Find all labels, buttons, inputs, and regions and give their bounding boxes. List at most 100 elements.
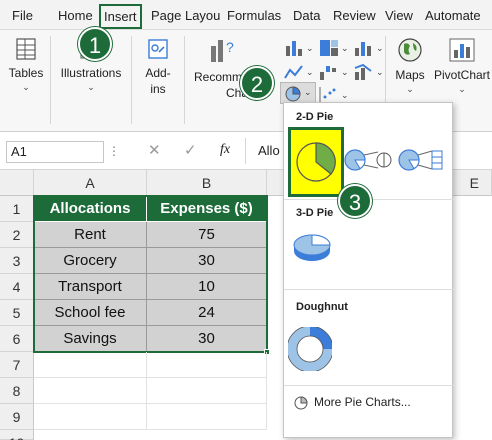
pivotchart-icon — [449, 38, 475, 62]
row-header[interactable]: 4 — [0, 274, 34, 300]
pivotchart-label: PivotChart — [433, 68, 491, 82]
select-all-corner[interactable] — [0, 170, 34, 196]
table-cell[interactable]: Transport — [34, 274, 147, 300]
tab-file[interactable]: File — [12, 8, 33, 23]
insert-function-icon[interactable]: fx — [220, 142, 230, 158]
section-title-doughnut: Doughnut — [296, 301, 348, 313]
combo-chart-icon[interactable] — [353, 62, 375, 82]
add-ins-button[interactable]: Add- ins — [138, 36, 178, 97]
step-3-badge: 3 — [338, 184, 372, 218]
pie-of-pie-icon[interactable] — [344, 147, 392, 173]
pie-2d-option[interactable] — [288, 127, 344, 197]
table-cell[interactable]: Rent — [34, 222, 147, 248]
chevron-down-icon[interactable]: ⌄ — [306, 66, 314, 78]
chevron-down-icon: ⌄ — [22, 82, 30, 92]
table-header-cell[interactable]: Allocations — [34, 196, 147, 222]
more-options-icon: ⋮ — [108, 144, 120, 158]
empty-cell[interactable] — [34, 404, 147, 430]
name-box[interactable]: A1 — [6, 141, 104, 163]
table-cell[interactable]: 30 — [147, 248, 267, 274]
divider — [50, 36, 51, 124]
add-ins-icon — [148, 39, 168, 59]
row-header[interactable]: 6 — [0, 326, 34, 352]
tables-button[interactable]: Tables ⌄ — [6, 36, 46, 93]
chevron-down-icon[interactable]: ⌄ — [376, 42, 384, 54]
row-header[interactable]: 8 — [0, 378, 34, 404]
empty-cell[interactable] — [34, 352, 147, 378]
row-header[interactable]: 1 — [0, 196, 34, 222]
divider — [131, 36, 132, 124]
doughnut-chart-icon[interactable] — [288, 327, 332, 371]
row-header[interactable]: 10 — [0, 430, 34, 440]
chevron-down-icon[interactable]: ⌄ — [341, 66, 349, 78]
more-pie-charts-link[interactable]: More Pie Charts... — [294, 395, 411, 410]
table-icon — [16, 38, 36, 60]
bar-of-pie-icon[interactable] — [398, 147, 446, 173]
tab-view[interactable]: View — [385, 8, 413, 23]
row-header[interactable]: 2 — [0, 222, 34, 248]
pie-chart-icon — [296, 142, 336, 182]
chevron-down-icon[interactable]: ⌄ — [341, 42, 349, 54]
table-header-cell[interactable]: Expenses ($) — [147, 196, 267, 222]
pie-chart-icon — [294, 396, 308, 410]
empty-cell[interactable] — [147, 404, 267, 430]
line-chart-icon[interactable] — [283, 62, 305, 82]
row-header[interactable]: 3 — [0, 248, 34, 274]
section-title-2d-pie: 2-D Pie — [296, 111, 334, 123]
add-ins-label-2: ins — [150, 82, 166, 96]
pie-chart-icon — [285, 86, 301, 102]
tab-formulas[interactable]: Formulas — [227, 8, 281, 23]
illustrations-label: Illustrations — [60, 66, 122, 80]
enter-icon[interactable]: ✓ — [184, 141, 197, 159]
waterfall-chart-icon[interactable] — [318, 62, 340, 82]
chevron-down-icon: ⌄ — [406, 84, 414, 94]
divider — [284, 289, 454, 290]
maps-button[interactable]: Maps ⌄ — [392, 36, 428, 95]
chevron-down-icon[interactable]: ⌄ — [306, 42, 314, 54]
table-cell[interactable]: Savings — [34, 326, 147, 352]
tab-home[interactable]: Home — [58, 8, 93, 23]
tab-review[interactable]: Review — [333, 8, 376, 23]
empty-cell[interactable] — [147, 352, 267, 378]
globe-icon — [398, 38, 422, 62]
table-cell[interactable]: School fee — [34, 300, 147, 326]
table-cell[interactable]: 30 — [147, 326, 267, 352]
table-cell[interactable]: Grocery — [34, 248, 147, 274]
tab-page-layout[interactable]: Page Layou — [151, 8, 220, 23]
empty-cell[interactable] — [34, 378, 147, 404]
add-ins-label-1: Add- — [145, 66, 171, 80]
chevron-down-icon: ⌄ — [304, 87, 312, 97]
chevron-down-icon[interactable]: ⌄ — [341, 89, 349, 101]
chevron-down-icon[interactable]: ⌄ — [376, 66, 384, 78]
recommended-charts-icon: ? — [211, 39, 234, 62]
row-header[interactable]: 9 — [0, 404, 34, 430]
pie-3d-icon[interactable] — [290, 227, 334, 271]
hierarchy-chart-icon[interactable] — [318, 38, 340, 58]
formula-input[interactable]: Allo — [258, 143, 280, 158]
column-header-b[interactable]: B — [147, 170, 267, 196]
step-2-badge: 2 — [240, 66, 274, 100]
divider — [184, 36, 185, 124]
tab-automate[interactable]: Automate — [425, 8, 481, 23]
maps-label: Maps — [395, 68, 425, 82]
step-1-badge: 1 — [78, 27, 112, 61]
pie-chart-dropdown: 2-D Pie 3-D Pie Doughnut More Pie Charts… — [283, 102, 454, 438]
statistic-chart-icon[interactable] — [353, 38, 375, 58]
column-chart-icon[interactable] — [283, 38, 305, 58]
table-cell[interactable]: 10 — [147, 274, 267, 300]
empty-cell[interactable] — [147, 378, 267, 404]
table-cell[interactable]: 75 — [147, 222, 267, 248]
pie-chart-button[interactable]: ⌄ — [280, 82, 316, 104]
tab-insert[interactable]: Insert — [99, 4, 142, 29]
row-header[interactable]: 7 — [0, 352, 34, 378]
tables-label: Tables — [8, 66, 44, 80]
cancel-icon[interactable]: ✕ — [148, 141, 161, 159]
table-cell[interactable]: 24 — [147, 300, 267, 326]
row-header[interactable]: 5 — [0, 300, 34, 326]
column-header-a[interactable]: A — [34, 170, 147, 196]
tab-data[interactable]: Data — [293, 8, 320, 23]
pivotchart-button[interactable]: PivotChart ⌄ — [432, 36, 492, 95]
chevron-down-icon: ⌄ — [87, 82, 95, 92]
ribbon-tab-bar: File Home Insert Page Layou Formulas Dat… — [0, 0, 492, 30]
svg-text:?: ? — [226, 39, 234, 55]
